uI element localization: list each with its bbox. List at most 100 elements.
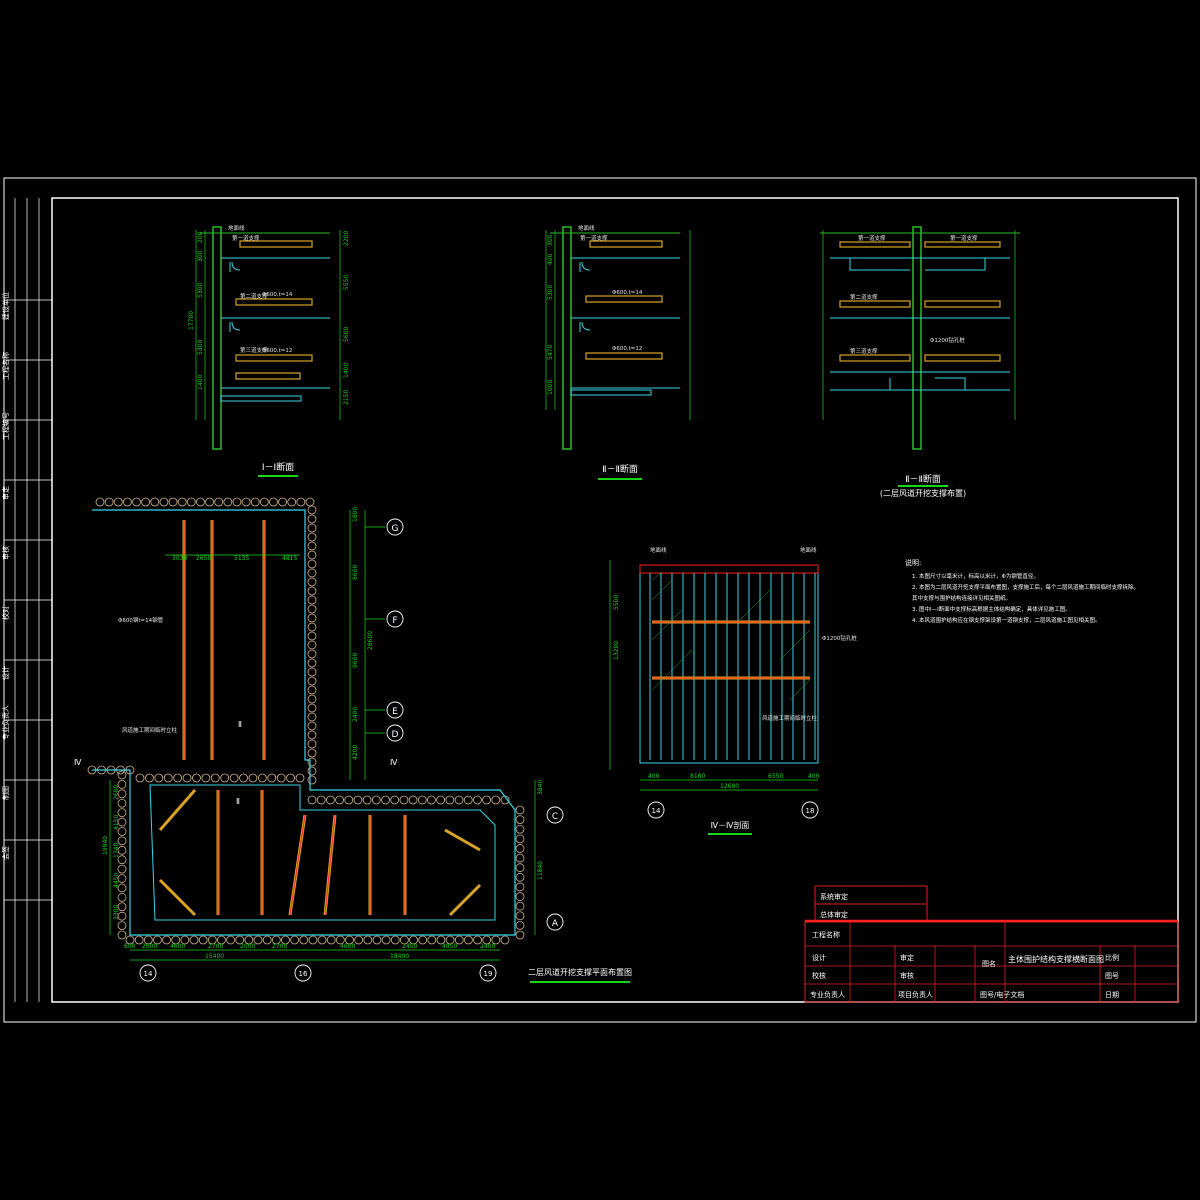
pile-circle xyxy=(515,901,525,911)
pile-circle xyxy=(307,568,317,578)
plan-dim-left: 4150 xyxy=(113,815,120,830)
plan-dim-bottom: 2400 xyxy=(480,943,495,950)
s2-label: 第一道支撑 xyxy=(580,234,608,242)
pile-circle xyxy=(354,935,364,945)
pile-circle xyxy=(515,853,525,863)
pile-circle xyxy=(307,739,317,749)
pile-circle xyxy=(117,930,127,940)
pile-circle xyxy=(307,703,317,713)
section-mark-ii: Ⅱ xyxy=(238,720,242,729)
axis-g: G xyxy=(392,524,399,534)
pile-circle xyxy=(515,892,525,901)
pile-circle xyxy=(307,712,317,722)
tb-project: 工程名称 xyxy=(812,930,840,939)
s1-dim-right: 2200 xyxy=(343,231,350,246)
pile-circle xyxy=(515,805,525,815)
s3-label: 第一道支撑 xyxy=(950,234,978,242)
pile-circle xyxy=(168,497,178,507)
pile-circle xyxy=(290,935,300,945)
plan-dim-right: 8600 xyxy=(352,565,359,580)
s4-dim: 12690 xyxy=(720,783,739,790)
plan-dim-right: 4200 xyxy=(352,745,359,760)
pile-circle xyxy=(317,935,327,945)
s4-strut-cores xyxy=(652,621,810,679)
s4-label: Φ1200钻孔桩 xyxy=(822,634,857,642)
s2-slab-outline xyxy=(571,257,680,389)
pile-circle xyxy=(267,773,277,783)
s2-label: Φ600,t=12 xyxy=(612,346,642,352)
pile-circle xyxy=(307,775,317,785)
pile-circle xyxy=(363,935,373,945)
pile-circle xyxy=(95,497,105,507)
pile-circle xyxy=(177,497,187,507)
notes-line: 4. 本风道围护结构应在钢支撑架设第一道钢支撑，二层风道施工图见相关图。 xyxy=(912,616,1101,624)
strip-cell: 制图 xyxy=(1,786,10,800)
s2-title: Ⅱ－Ⅱ断面 xyxy=(602,463,638,475)
pile-circle xyxy=(515,872,525,882)
pile-circle xyxy=(196,497,205,507)
tb-review2: 总体审定 xyxy=(820,910,848,919)
tb-sheet: 图号 xyxy=(1105,972,1119,980)
plan-lower-strut-cores xyxy=(217,790,406,916)
s4-top-beam xyxy=(639,564,819,574)
pile-circle xyxy=(482,795,492,805)
notes-line: 3. 图中Ⅰ—Ⅰ断面中支撑标高根据主体结构确定，具体详见施工图。 xyxy=(912,605,1071,613)
s1-label: 地面线 xyxy=(228,224,245,232)
plan-dim-bottom: 18400 xyxy=(390,953,409,960)
pile-circle xyxy=(491,795,501,805)
pile-circle xyxy=(381,935,391,945)
plan-dim-left: 19940 xyxy=(102,836,109,855)
s3-strut-2r xyxy=(924,300,1001,308)
pile-circle xyxy=(117,921,127,930)
tb-electronic: 图号/电子文档 xyxy=(980,990,1024,999)
pile-circle xyxy=(515,844,525,853)
s3-label: 第三道支撑 xyxy=(850,347,878,355)
pile-circle xyxy=(278,497,288,507)
pile-circle xyxy=(117,770,127,780)
plan-dim-top: 3030 xyxy=(172,555,187,562)
pile-circle xyxy=(113,497,123,507)
pile-circle xyxy=(307,631,317,641)
tb-pm: 项目负责人 xyxy=(898,990,933,999)
pile-circle xyxy=(316,795,326,805)
plan-dim-bottom: 2600 xyxy=(142,943,157,950)
tb-number: 比例 xyxy=(1105,953,1119,962)
s4-dim: 8160 xyxy=(690,773,705,780)
pile-circle xyxy=(307,586,317,596)
pile-circle xyxy=(408,795,418,805)
pile-circle xyxy=(307,550,317,560)
s3-label: 第二道支撑 xyxy=(850,293,878,301)
s3-retaining-wall xyxy=(912,226,922,450)
tb-review: 审核 xyxy=(900,971,914,980)
axis-19: 19 xyxy=(484,970,493,978)
pile-circle xyxy=(353,795,363,805)
pile-circle xyxy=(307,514,317,524)
plan-dim-bottom: 4950 xyxy=(442,943,457,950)
plan-dim-bottom: 15400 xyxy=(205,953,224,960)
pile-circle xyxy=(473,795,482,805)
s4-dim: 13200 xyxy=(613,641,620,660)
pile-circle xyxy=(248,773,258,783)
s2-slab-lower xyxy=(570,389,652,396)
tb-check: 校核 xyxy=(812,971,826,980)
notes-line: 1. 本图尺寸以毫米计，标高以米计，Φ为钢管直径。 xyxy=(912,572,1039,580)
s2-label: Φ600,t=14 xyxy=(612,290,643,296)
tb-date: 日期 xyxy=(1105,991,1119,999)
pile-circle xyxy=(307,694,317,704)
s4-axis-right: 18 xyxy=(806,807,815,815)
cad-drawing-canvas: 建设单位 工程名称 工程编号 审定 审核 校对 设计 专业负责人 制图 会签 2… xyxy=(1,177,1197,1023)
axis-c: C xyxy=(552,812,558,822)
s2-label: 地面线 xyxy=(578,224,595,232)
s1-slab-lower xyxy=(220,395,302,402)
pile-circle xyxy=(299,935,309,945)
pile-circle xyxy=(132,497,141,507)
axis-d: D xyxy=(392,730,399,740)
pile-circle xyxy=(182,773,192,783)
pile-circle xyxy=(515,824,525,834)
plan-dim-bottom: 2000 xyxy=(240,943,255,950)
s1-retaining-wall xyxy=(212,226,222,450)
pile-circle xyxy=(259,497,269,507)
plan-dim-right: 2400 xyxy=(352,707,359,722)
pile-circle xyxy=(372,935,382,945)
strip-cell: 会签 xyxy=(1,846,10,860)
